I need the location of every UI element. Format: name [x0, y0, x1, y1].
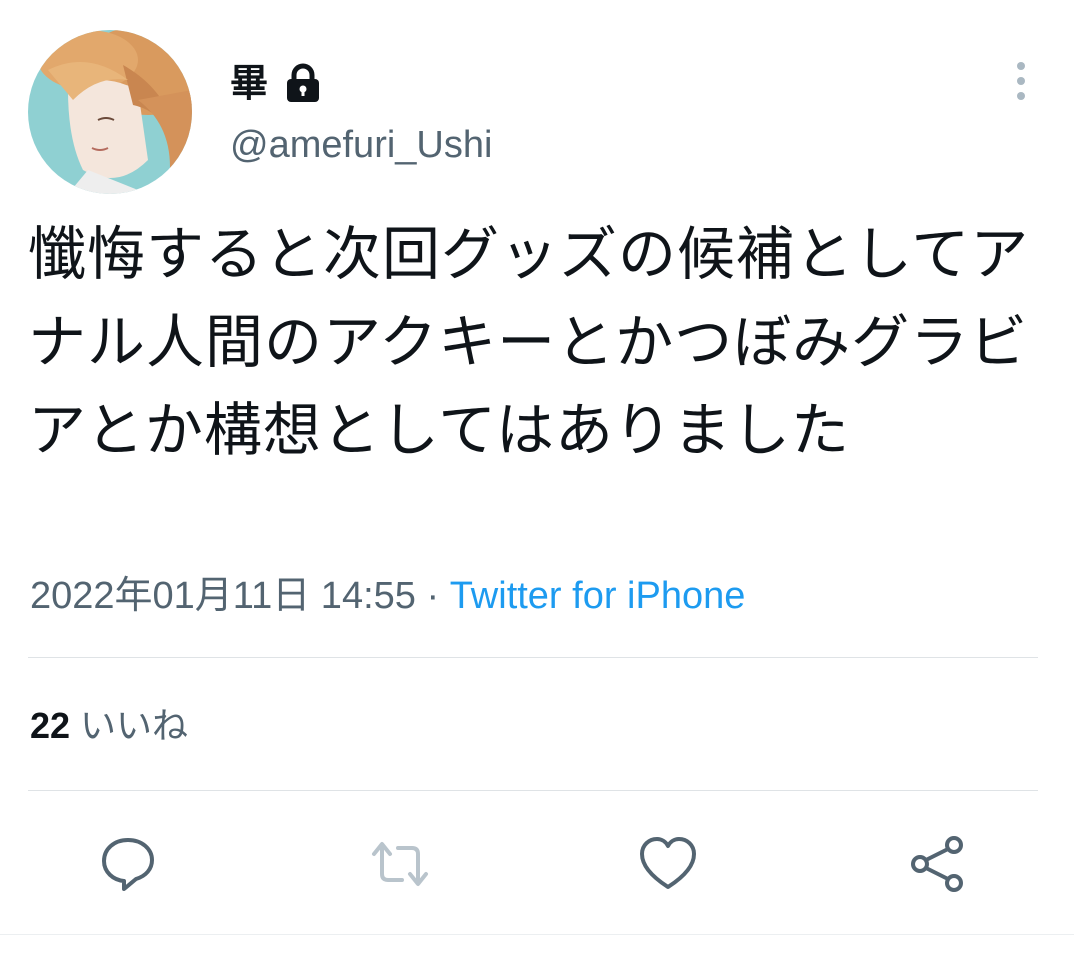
divider [28, 790, 1038, 791]
bottom-divider [0, 934, 1074, 935]
retweet-button [368, 832, 432, 896]
tweet-text: 懺悔すると次回グッズの候補としてアナル人間のアクキーとかつぼみグラビアとか構想と… [28, 220, 1030, 464]
share-button[interactable] [906, 832, 970, 896]
lock-icon [284, 63, 322, 103]
share-icon [911, 836, 963, 892]
timestamp[interactable]: 2022年01月11日 14:55 [30, 575, 416, 617]
divider [28, 657, 1038, 658]
likes-stat[interactable]: 22 いいね [30, 700, 188, 752]
author-name-row: 畢 [230, 58, 322, 108]
more-options-icon[interactable] [1006, 58, 1036, 104]
reply-icon [102, 838, 154, 891]
like-button[interactable] [636, 832, 700, 896]
tweet-meta: 2022年01月11日 14:55 · Twitter for iPhone [30, 572, 745, 620]
reply-button[interactable] [96, 832, 160, 896]
display-name[interactable]: 畢 [230, 64, 268, 102]
source-link[interactable]: Twitter for iPhone [450, 575, 746, 617]
likes-count: 22 [30, 705, 71, 746]
meta-separator: · [415, 575, 450, 617]
avatar[interactable] [28, 30, 192, 194]
likes-label: いいね [80, 705, 189, 746]
heart-icon [640, 837, 696, 889]
user-handle[interactable]: @amefuri_Ushi [230, 126, 492, 164]
retweet-icon [372, 842, 428, 886]
tweet-detail: 畢 @amefuri_Ushi 懺悔すると次回グッズの候補としてアナル人間のアク… [0, 0, 1074, 968]
avatar-illustration [28, 30, 192, 194]
